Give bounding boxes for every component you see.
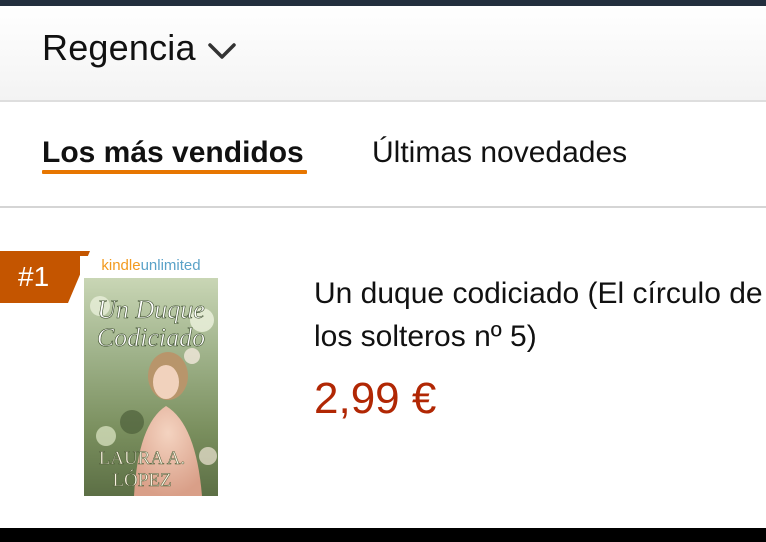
product-list-item[interactable]: #1 kindleunlimited Un Duque Codiciado LA… xyxy=(0,210,766,528)
tab-new-releases[interactable]: Últimas novedades xyxy=(372,136,627,170)
category-label: Regencia xyxy=(42,27,196,68)
tab-bestsellers[interactable]: Los más vendidos xyxy=(42,136,304,170)
svg-text:LÓPEZ: LÓPEZ xyxy=(112,469,171,491)
svg-text:Codiciado: Codiciado xyxy=(97,323,205,352)
header-bar: Regencia xyxy=(0,6,766,102)
svg-text:kindleunlimited: kindleunlimited xyxy=(101,257,200,274)
rank-label: #1 xyxy=(18,261,50,292)
product-price: 2,99 € xyxy=(314,374,437,423)
category-dropdown[interactable]: Regencia xyxy=(42,26,238,70)
bottom-nav-bar xyxy=(0,528,766,542)
product-title[interactable]: Un duque codiciado (El círculo de los so… xyxy=(314,272,764,358)
active-tab-indicator xyxy=(42,170,307,174)
book-cover-image[interactable]: kindleunlimited Un Duque Codiciado LAURA… xyxy=(80,256,222,496)
svg-text:LAURA A.: LAURA A. xyxy=(99,448,186,469)
chevron-down-icon xyxy=(207,43,236,59)
tab-bar: Los más vendidos Últimas novedades xyxy=(0,102,766,208)
svg-text:Un Duque: Un Duque xyxy=(97,295,205,324)
